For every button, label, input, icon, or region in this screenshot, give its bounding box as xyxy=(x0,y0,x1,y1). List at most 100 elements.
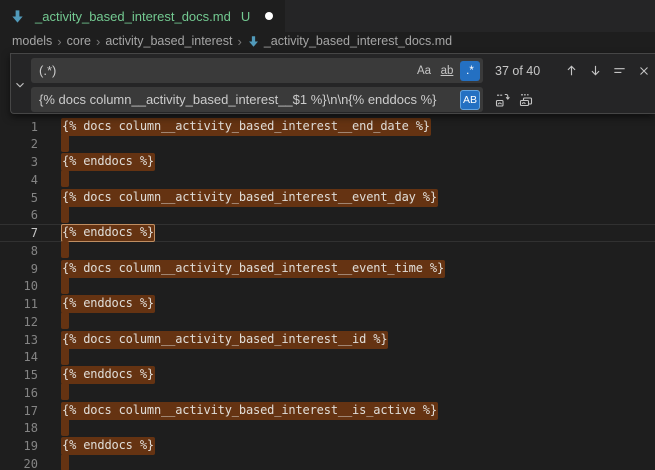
find-match: {% enddocs %} xyxy=(61,153,155,171)
breadcrumb-item[interactable]: core xyxy=(67,34,91,48)
line-number: 14 xyxy=(0,350,38,364)
breadcrumb-item[interactable]: models xyxy=(12,34,52,48)
line-number: 15 xyxy=(0,368,38,382)
line-text xyxy=(61,383,69,404)
find-input[interactable] xyxy=(39,63,414,78)
markdown-file-icon xyxy=(10,9,25,24)
replace-row: AB xyxy=(31,87,536,112)
editor-tab[interactable]: _activity_based_interest_docs.md U xyxy=(0,0,285,32)
find-match: {% enddocs %} xyxy=(61,295,155,313)
find-match: {% docs column__activity_based_interest_… xyxy=(61,189,438,207)
breadcrumb: models›core›activity_based_interest›_act… xyxy=(0,32,655,50)
code-line[interactable]: 20 xyxy=(0,455,655,470)
toggle-replace-button[interactable] xyxy=(11,76,29,94)
code-line[interactable]: 13{% docs column__activity_based_interes… xyxy=(0,331,655,349)
empty-find-match xyxy=(61,276,69,294)
empty-find-match xyxy=(61,312,69,330)
arrow-up-icon xyxy=(564,63,579,78)
find-row: Aa ab .* 37 of 40 xyxy=(31,58,654,83)
code-line[interactable]: 8 xyxy=(0,242,655,260)
line-number: 5 xyxy=(0,191,38,205)
find-widget: Aa ab .* 37 of 40 AB xyxy=(10,53,655,114)
line-number: 2 xyxy=(0,137,38,151)
find-match: {% docs column__activity_based_interest_… xyxy=(61,402,438,420)
code-line[interactable]: 9 {% docs column__activity_based_interest… xyxy=(0,260,655,278)
line-number: 9 xyxy=(0,262,38,276)
replace-one-button[interactable] xyxy=(491,89,512,110)
line-number: 1 xyxy=(0,120,38,134)
next-match-button[interactable] xyxy=(585,60,606,81)
previous-match-button[interactable] xyxy=(561,60,582,81)
empty-find-match xyxy=(61,134,69,152)
chevron-down-icon xyxy=(13,78,27,92)
line-text xyxy=(61,276,69,297)
code-line[interactable]: 4 xyxy=(0,171,655,189)
line-text: {% docs column__activity_based_interest_… xyxy=(61,260,445,278)
whole-word-toggle[interactable]: ab xyxy=(437,61,457,81)
code-line[interactable]: 5 {% docs column__activity_based_interest… xyxy=(0,189,655,207)
find-match: {% docs column__activity_based_interest_… xyxy=(61,260,445,278)
line-number: 4 xyxy=(0,173,38,187)
code-line[interactable]: 12 xyxy=(0,313,655,331)
tab-bar: _activity_based_interest_docs.md U xyxy=(0,0,655,32)
whole-word-label: ab xyxy=(441,65,454,77)
empty-find-match xyxy=(61,454,69,470)
line-number: 3 xyxy=(0,155,38,169)
line-text xyxy=(61,418,69,439)
code-line[interactable]: 15 {% enddocs %} xyxy=(0,366,655,384)
git-status-badge: U xyxy=(241,9,250,24)
code-line[interactable]: 18 xyxy=(0,420,655,438)
line-number: 18 xyxy=(0,421,38,435)
line-text xyxy=(61,134,69,155)
preserve-case-toggle[interactable]: AB xyxy=(460,90,480,110)
line-number: 16 xyxy=(0,386,38,400)
line-text xyxy=(61,312,69,333)
code-lines: 1 {% docs column__activity_based_interest… xyxy=(0,118,655,470)
empty-find-match xyxy=(61,241,69,259)
replace-input[interactable] xyxy=(39,92,460,107)
breadcrumb-item[interactable]: activity_based_interest xyxy=(105,34,232,48)
line-text: {% enddocs %} xyxy=(61,224,155,242)
line-number: 8 xyxy=(0,244,38,258)
code-line[interactable]: 14 xyxy=(0,349,655,367)
code-line[interactable]: 16 xyxy=(0,384,655,402)
code-line[interactable]: 1 {% docs column__activity_based_interest… xyxy=(0,118,655,136)
modified-dot-icon[interactable] xyxy=(265,12,273,20)
line-text xyxy=(61,241,69,262)
empty-find-match xyxy=(61,347,69,365)
replace-icon xyxy=(494,92,510,108)
arrow-down-icon xyxy=(588,63,603,78)
line-text: {% enddocs %} xyxy=(61,153,155,171)
regex-toggle[interactable]: .* xyxy=(460,61,480,81)
line-text: {% docs column__activity_based_interest_… xyxy=(61,331,388,349)
breadcrumb-separator-icon: › xyxy=(96,35,100,48)
line-text xyxy=(61,454,69,470)
code-line[interactable]: 17{% docs column__activity_based_interes… xyxy=(0,402,655,420)
line-text xyxy=(61,347,69,368)
find-results-count: 37 of 40 xyxy=(495,64,553,78)
empty-find-match xyxy=(61,418,69,436)
line-number: 7 xyxy=(0,226,38,240)
code-line[interactable]: 10 xyxy=(0,278,655,296)
markdown-file-icon xyxy=(247,35,260,48)
breadcrumb-separator-icon: › xyxy=(237,35,241,48)
code-line[interactable]: 7 {% enddocs %} xyxy=(0,224,655,242)
code-line[interactable]: 6 xyxy=(0,207,655,225)
match-case-toggle[interactable]: Aa xyxy=(414,61,434,81)
line-text: {% enddocs %} xyxy=(61,366,155,384)
replace-all-button[interactable] xyxy=(515,89,536,110)
close-find-button[interactable] xyxy=(633,60,654,81)
breadcrumb-file[interactable]: _activity_based_interest_docs.md xyxy=(264,34,452,48)
code-line[interactable]: 2 xyxy=(0,136,655,154)
line-text: {% docs column__activity_based_interest_… xyxy=(61,118,431,136)
find-match: {% enddocs %} xyxy=(61,224,155,242)
code-line[interactable]: 3 {% enddocs %} xyxy=(0,153,655,171)
line-number: 12 xyxy=(0,315,38,329)
code-line[interactable]: 11{% enddocs %} xyxy=(0,295,655,313)
line-text xyxy=(61,205,69,226)
line-number: 10 xyxy=(0,279,38,293)
find-in-selection-button[interactable] xyxy=(609,60,630,81)
code-line[interactable]: 19{% enddocs %} xyxy=(0,437,655,455)
line-text: {% enddocs %} xyxy=(61,295,155,313)
replace-all-icon xyxy=(518,92,534,108)
